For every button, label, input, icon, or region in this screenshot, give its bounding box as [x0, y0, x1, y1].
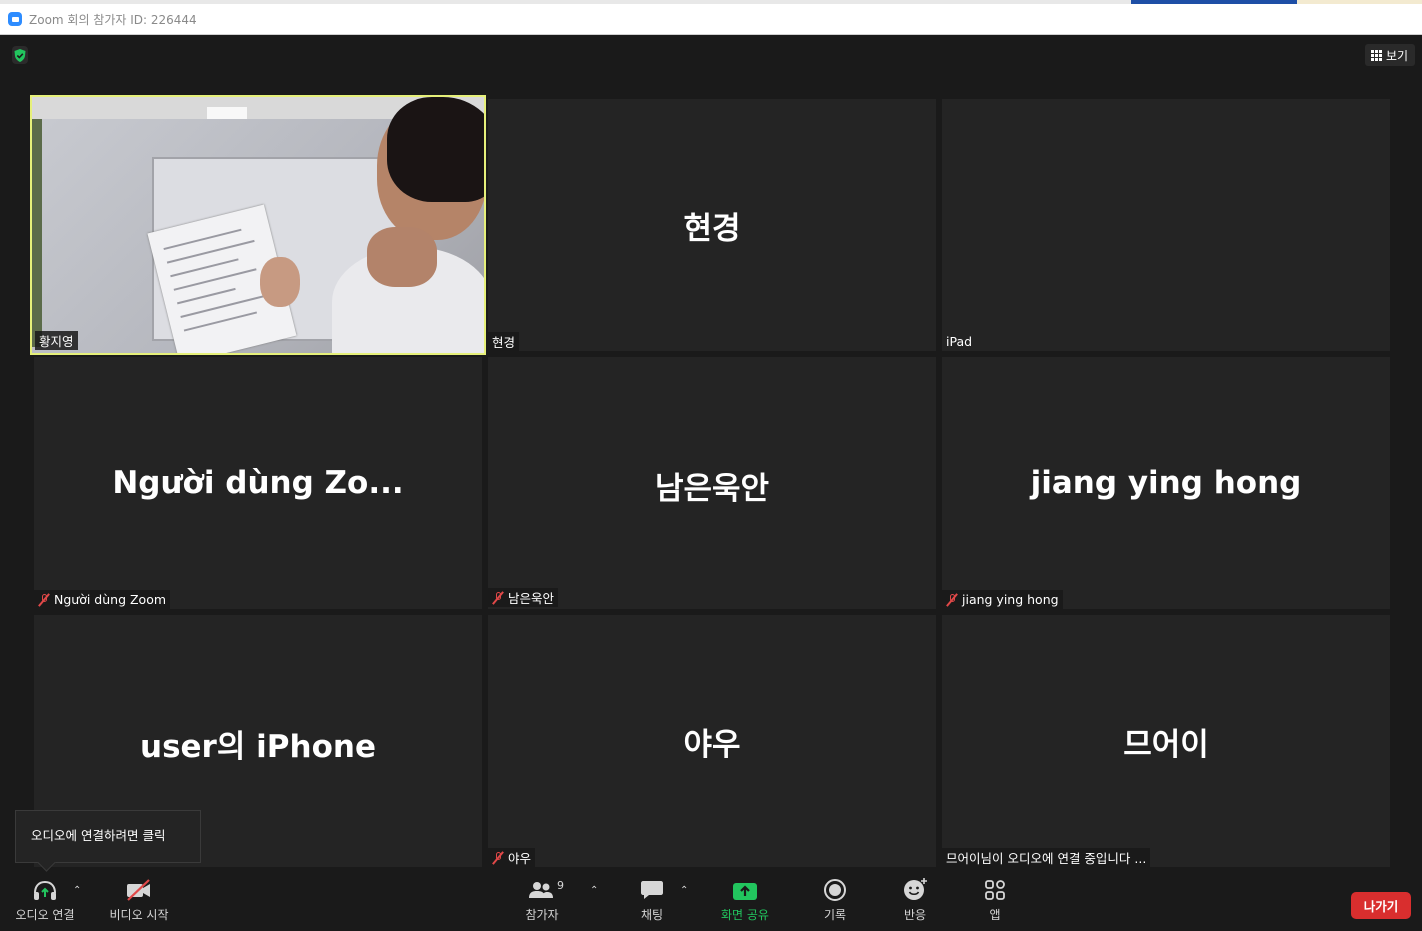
participant-name-label: 야우: [488, 848, 536, 867]
leave-meeting-button[interactable]: 나가기: [1351, 892, 1411, 919]
share-screen-button[interactable]: 화면 공유: [716, 873, 774, 923]
participant-tile[interactable]: 현경 현경: [488, 99, 936, 351]
chat-options-caret[interactable]: ⌃: [680, 885, 688, 896]
share-screen-icon: [733, 883, 757, 900]
view-button[interactable]: 보기: [1365, 44, 1415, 66]
apps-button[interactable]: 앱: [982, 873, 1008, 923]
participant-tile[interactable]: Người dùng Zo... Người dùng Zoom: [34, 357, 482, 609]
participant-name-label: jiang ying hong: [942, 590, 1063, 609]
chat-icon: [641, 881, 663, 899]
record-icon: [824, 879, 846, 901]
participants-count: 9: [557, 879, 564, 892]
participant-display-name: 므어이: [1123, 727, 1209, 763]
participant-display-name: 남은욱안: [654, 471, 770, 507]
participant-tile[interactable]: iPad: [942, 99, 1390, 351]
grid-view-icon: [1371, 49, 1382, 61]
mic-muted-icon: [492, 851, 504, 865]
participant-display-name: jiang ying hong: [1030, 465, 1302, 501]
taskbar-strip-secondary: [1297, 0, 1422, 4]
headphones-icon: [34, 880, 56, 900]
start-video-button[interactable]: 비디오 시작: [104, 873, 174, 923]
mic-muted-icon: [38, 593, 50, 607]
encryption-shield-icon[interactable]: [12, 46, 28, 64]
participant-display-name: 야우: [683, 727, 741, 763]
participants-button[interactable]: 9 참가자: [518, 873, 566, 923]
apps-icon: [985, 880, 1005, 900]
zoom-app-icon: [8, 12, 22, 26]
taskbar-strip: [1131, 0, 1297, 4]
participant-tile[interactable]: 남은욱안 남은욱안: [488, 357, 936, 609]
audio-connect-tooltip: 오디오에 연결하려면 클릭: [15, 810, 201, 863]
participant-display-name: 현경: [683, 211, 741, 247]
participant-name-label: 므어이님이 오디오에 연결 중입니다 ...: [942, 848, 1151, 867]
window-title: Zoom 회의 참가자 ID: 226444: [29, 13, 197, 27]
mic-muted-icon: [946, 593, 958, 607]
participant-name-label: 남은욱안: [488, 588, 559, 607]
view-label: 보기: [1386, 48, 1409, 63]
meeting-toolbar: 오디오 연결 ⌃ 비디오 시작 9 참가자 ⌃ 채팅 ⌃ 화면 공유 기록 반응…: [0, 873, 1422, 931]
participant-video: [32, 97, 484, 353]
participants-icon: [529, 882, 553, 898]
participant-name-label: Người dùng Zoom: [34, 590, 171, 609]
reactions-button[interactable]: 반응: [897, 873, 933, 923]
participant-tile[interactable]: jiang ying hong jiang ying hong: [942, 357, 1390, 609]
participant-name-label: iPad: [946, 334, 973, 349]
participant-display-name: Người dùng Zo...: [112, 465, 404, 501]
video-off-icon: [127, 879, 150, 901]
participants-options-caret[interactable]: ⌃: [590, 885, 598, 896]
join-audio-button[interactable]: 오디오 연결: [12, 873, 78, 923]
chat-button[interactable]: 채팅: [632, 873, 672, 923]
participant-tile[interactable]: 므어이 므어이님이 오디오에 연결 중입니다 ...: [942, 615, 1390, 867]
window-title-bar: Zoom 회의 참가자 ID: 226444: [0, 0, 1422, 35]
audio-options-caret[interactable]: ⌃: [73, 885, 81, 896]
mic-muted-icon: [492, 591, 504, 605]
participant-display-name: user의 iPhone: [140, 729, 376, 765]
record-button[interactable]: 기록: [817, 873, 853, 923]
participant-name-label: 황지영: [35, 331, 78, 350]
participant-tile[interactable]: 야우 야우: [488, 615, 936, 867]
reactions-icon: [904, 878, 927, 900]
participant-tile-video[interactable]: 황지영: [30, 95, 486, 355]
participant-name-label: 현경: [488, 332, 520, 351]
